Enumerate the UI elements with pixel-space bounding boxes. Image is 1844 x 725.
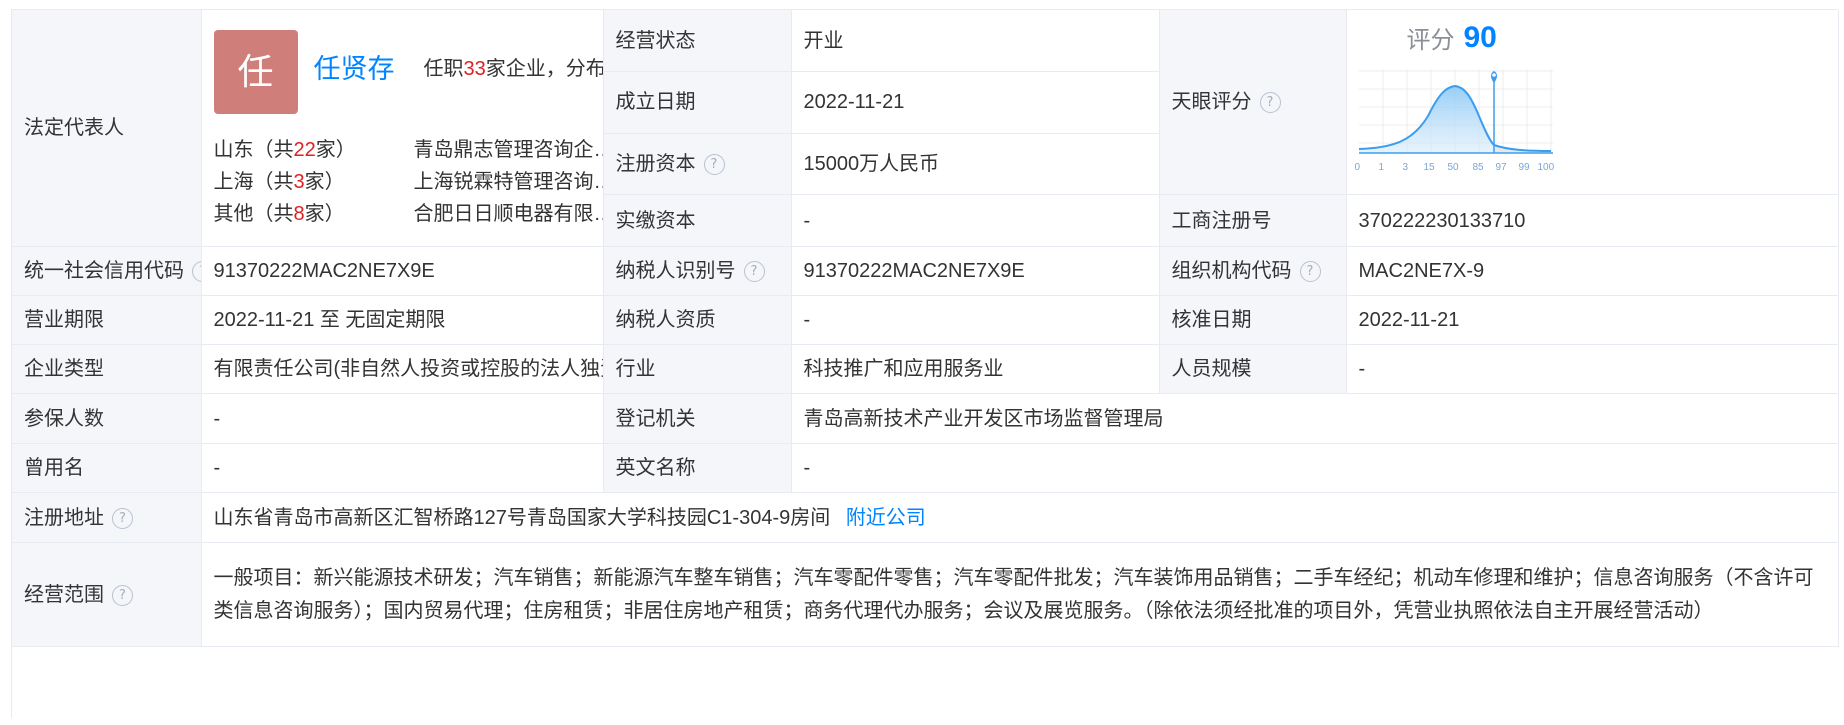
score-axis-ticks: 0 1 3 15 50 85 97 99 100	[1353, 156, 1555, 173]
tick: 100	[1537, 162, 1555, 174]
reg-capital-label: 注册资本?	[603, 133, 792, 196]
legal-rep-avatar[interactable]: 任	[213, 30, 298, 114]
status-label: 经营状态	[603, 10, 792, 73]
approval-date-label: 核准日期	[1159, 295, 1347, 345]
region-company[interactable]: 上海锐霖特管理咨询…	[414, 170, 603, 194]
question-circle-icon[interactable]: ?	[112, 507, 133, 529]
legal-rep-label: 法定代表人	[12, 10, 202, 247]
industry-value: 科技推广和应用服务业	[791, 344, 1160, 394]
authority-value: 青岛高新技术产业开发区市场监督管理局	[791, 393, 1839, 444]
staff-size-label: 人员规模	[1159, 344, 1347, 394]
established-value: 2022-11-21	[791, 71, 1160, 134]
term-value: 2022-11-21 至 无固定期限	[201, 295, 604, 345]
legal-rep-cell: 任 任贤存 任职33家企业，分布如下 山东（共22家） 青岛鼎志管理咨询企… 等…	[201, 10, 604, 247]
tick: 50	[1447, 162, 1459, 174]
region-label[interactable]: 其他（共8家）	[214, 202, 345, 226]
score-distribution-chart[interactable]	[1353, 61, 1553, 171]
tianyan-score-label: 天眼评分?	[1159, 10, 1347, 196]
insured-label: 参保人数	[12, 393, 202, 444]
taxpayer-qual-value: -	[791, 295, 1160, 345]
question-circle-icon[interactable]: ?	[112, 584, 133, 606]
question-circle-icon[interactable]: ?	[1259, 92, 1281, 114]
insured-value: -	[201, 393, 604, 444]
approval-date-value: 2022-11-21	[1346, 295, 1839, 345]
taxpayer-qual-label: 纳税人资质	[603, 295, 792, 345]
company-type-label: 企业类型	[12, 344, 202, 394]
paid-capital-value: -	[791, 194, 1160, 247]
company-type-value: 有限责任公司(非自然人投资或控股的法人独资)	[201, 344, 604, 394]
reg-capital-value: 15000万人民币	[791, 133, 1160, 196]
company-info-table: 法定代表人 任 任贤存 任职33家企业，分布如下 山东（共22家） 青岛鼎志管理…	[12, 10, 1839, 647]
score-label: 评分	[1406, 27, 1455, 55]
biz-reg-no-value: 370222230133710	[1346, 194, 1839, 247]
question-circle-icon[interactable]: ?	[743, 261, 765, 282]
question-circle-icon[interactable]: ?	[192, 261, 200, 282]
former-name-label: 曾用名	[12, 443, 202, 493]
address-label: 注册地址?	[12, 492, 202, 543]
tianyan-score-cell: 评分 90 0 1 3 15 50 85 97 99 100	[1346, 10, 1839, 196]
summary-prefix: 任职	[423, 58, 464, 80]
scope-label: 经营范围?	[12, 542, 202, 647]
term-label: 营业期限	[12, 295, 202, 345]
legal-rep-name-link[interactable]: 任贤存	[314, 54, 395, 84]
question-circle-icon[interactable]: ?	[703, 153, 725, 175]
tick: 99	[1518, 162, 1530, 174]
established-label: 成立日期	[603, 71, 792, 134]
scope-value: 一般项目：新兴能源技术研发；汽车销售；新能源汽车整车销售；汽车零配件零售；汽车零…	[201, 542, 1839, 647]
status-value: 开业	[791, 10, 1160, 73]
former-name-value: -	[201, 443, 604, 493]
english-name-value: -	[791, 443, 1839, 493]
staff-size-value: -	[1346, 344, 1839, 394]
region-company[interactable]: 合肥日日顺电器有限…	[414, 202, 603, 226]
tick: 0	[1354, 162, 1361, 174]
credit-code-label: 统一社会信用代码?	[12, 246, 202, 296]
tick: 97	[1495, 162, 1507, 174]
org-code-value: MAC2NE7X-9	[1346, 246, 1839, 296]
credit-code-value: 91370222MAC2NE7X9E	[201, 246, 604, 296]
address-value: 山东省青岛市高新区汇智桥路127号青岛国家大学科技园C1-304-9房间	[213, 506, 831, 529]
address-cell: 山东省青岛市高新区汇智桥路127号青岛国家大学科技园C1-304-9房间 附近公…	[201, 492, 1839, 543]
taxpayer-id-value: 91370222MAC2NE7X9E	[791, 246, 1160, 296]
score-value[interactable]: 90	[1464, 23, 1497, 53]
paid-capital-label: 实缴资本	[603, 194, 792, 247]
tick: 3	[1402, 162, 1409, 174]
summary-suffix: 家企业，分布如下	[485, 58, 603, 80]
biz-reg-no-label: 工商注册号	[1159, 194, 1347, 247]
authority-label: 登记机关	[603, 393, 792, 444]
tick: 1	[1378, 162, 1385, 174]
english-name-label: 英文名称	[603, 443, 792, 493]
taxpayer-id-label: 纳税人识别号?	[603, 246, 792, 296]
region-label[interactable]: 上海（共3家）	[214, 170, 345, 194]
tick: 15	[1423, 162, 1435, 174]
industry-label: 行业	[603, 344, 792, 394]
tick: 85	[1472, 162, 1484, 174]
org-code-label: 组织机构代码?	[1159, 246, 1347, 296]
region-company[interactable]: 青岛鼎志管理咨询企…	[414, 138, 603, 162]
question-circle-icon[interactable]: ?	[1299, 261, 1321, 282]
company-count[interactable]: 33	[464, 58, 486, 80]
region-label[interactable]: 山东（共22家）	[214, 138, 356, 162]
nearby-companies-link[interactable]: 附近公司	[846, 507, 926, 529]
legal-rep-summary: 任职33家企业，分布如下	[423, 57, 603, 81]
company-info-table-wrapper: 法定代表人 任 任贤存 任职33家企业，分布如下 山东（共22家） 青岛鼎志管理…	[11, 9, 1839, 718]
